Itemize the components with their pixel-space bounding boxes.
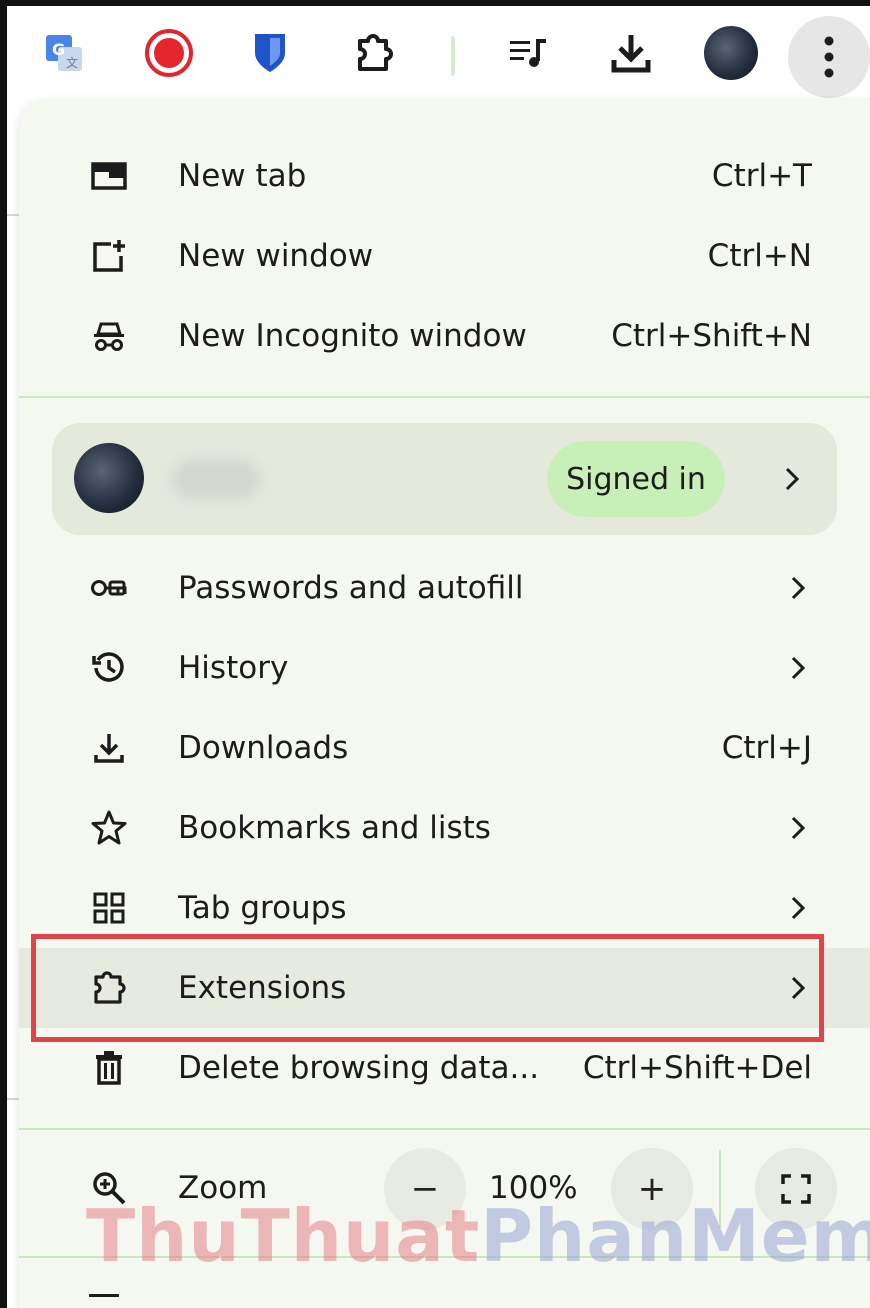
- menu-divider: [19, 1128, 870, 1130]
- tab-groups-icon: [89, 888, 129, 928]
- history-icon: [89, 648, 129, 688]
- fullscreen-button[interactable]: [755, 1148, 837, 1230]
- key-icon: [89, 568, 129, 608]
- chevron-right-icon: [784, 814, 812, 842]
- window-border-left: [0, 0, 7, 1308]
- signed-in-badge: Signed in: [547, 441, 725, 517]
- menu-divider: [19, 1256, 870, 1258]
- avatar: [74, 443, 144, 513]
- chevron-right-icon: [784, 894, 812, 922]
- zoom-level: 100%: [489, 1170, 578, 1206]
- zoom-in-button[interactable]: +: [611, 1148, 693, 1230]
- download-icon: [89, 728, 129, 768]
- more-vertical-icon[interactable]: [788, 16, 870, 98]
- trash-icon: [89, 1048, 129, 1088]
- browser-toolbar: G 文: [7, 6, 870, 98]
- chevron-right-icon: [784, 574, 812, 602]
- annotation-highlight-box: [31, 934, 824, 1042]
- menu-item-shortcut: Ctrl+J: [721, 730, 812, 766]
- menu-item-label: New window: [178, 238, 374, 274]
- new-window-icon: [89, 236, 129, 276]
- menu-item-history[interactable]: History: [19, 628, 870, 708]
- menu-item-passwords-autofill[interactable]: Passwords and autofill: [19, 548, 870, 628]
- menu-item-shortcut: Ctrl+N: [707, 238, 812, 274]
- incognito-icon: [89, 316, 129, 356]
- fullscreen-icon: [781, 1174, 811, 1204]
- record-icon[interactable]: [140, 24, 198, 82]
- menu-item-downloads[interactable]: Downloads Ctrl+J: [19, 708, 870, 788]
- menu-item-label: Bookmarks and lists: [178, 810, 491, 846]
- menu-item-bookmarks-lists[interactable]: Bookmarks and lists: [19, 788, 870, 868]
- chevron-right-icon: [778, 465, 806, 493]
- chevron-right-icon: [784, 654, 812, 682]
- extensions-puzzle-icon[interactable]: [345, 24, 403, 82]
- download-icon[interactable]: [602, 24, 660, 82]
- menu-item-label: New tab: [178, 158, 307, 194]
- menu-item-new-incognito-window[interactable]: New Incognito window Ctrl+Shift+N: [19, 296, 870, 376]
- zoom-separator: [719, 1150, 721, 1228]
- menu-item-new-tab[interactable]: New tab Ctrl+T: [19, 136, 870, 216]
- menu-item-label: Downloads: [178, 730, 349, 766]
- profile-name-redacted: [172, 459, 260, 499]
- menu-item-label: New Incognito window: [178, 318, 527, 354]
- menu-item-new-window[interactable]: New window Ctrl+N: [19, 216, 870, 296]
- menu-divider: [19, 396, 870, 398]
- menu-item-label: Passwords and autofill: [178, 570, 524, 606]
- zoom-row: Zoom − 100% +: [19, 1138, 870, 1238]
- svg-text:文: 文: [66, 55, 78, 70]
- menu-item-shortcut: Ctrl+T: [711, 158, 812, 194]
- screenshot-stage: G 文 New tab Ctrl+T New window Ctrl+N New…: [0, 0, 870, 1308]
- next-item-icon-partial: [89, 1294, 119, 1307]
- google-translate-icon[interactable]: G 文: [35, 24, 93, 82]
- zoom-out-button[interactable]: −: [384, 1148, 466, 1230]
- zoom-in-magnifier-icon: [89, 1168, 129, 1208]
- media-queue-icon[interactable]: [499, 24, 557, 82]
- svg-text:G: G: [52, 40, 65, 59]
- star-icon: [89, 808, 129, 848]
- menu-item-label: History: [178, 650, 289, 686]
- new-tab-icon: [89, 156, 129, 196]
- toolbar-separator: [451, 36, 455, 76]
- profile-row[interactable]: Signed in: [52, 423, 837, 535]
- menu-item-shortcut: Ctrl+Shift+N: [611, 318, 812, 354]
- bitwarden-shield-icon[interactable]: [241, 24, 299, 82]
- chrome-menu: New tab Ctrl+T New window Ctrl+N New Inc…: [19, 98, 870, 1308]
- profile-avatar-icon[interactable]: [702, 24, 760, 82]
- zoom-label: Zoom: [178, 1170, 268, 1206]
